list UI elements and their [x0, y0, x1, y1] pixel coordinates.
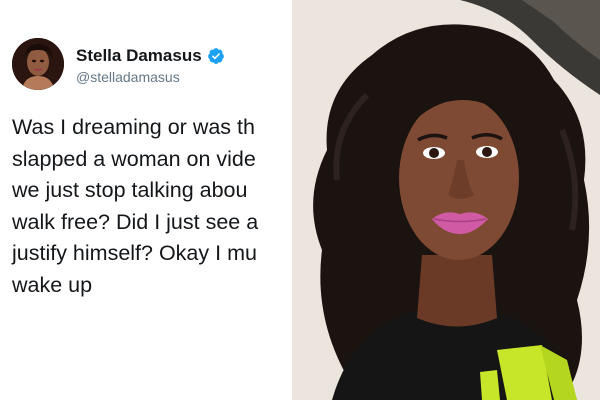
tweet-line: justify himself? Okay I mu [12, 241, 257, 265]
tweet-line: walk free? Did I just see a [12, 209, 259, 234]
tweet-line: slapped a woman on vide [12, 146, 256, 171]
woman-portrait-image [292, 0, 600, 400]
tweet-card: Stella Damasus @stelladamasus Was I drea… [0, 0, 292, 400]
tweet-header: Stella Damasus @stelladamasus [12, 38, 292, 94]
avatar[interactable] [12, 38, 64, 90]
selfie-photo [292, 0, 600, 400]
tweet-line: Was I dreaming or was th [12, 115, 255, 139]
tweet-text: Was I dreaming or was th slapped a woman… [12, 112, 292, 301]
verified-badge-icon [207, 48, 224, 64]
display-name[interactable]: Stella Damasus [76, 46, 202, 66]
avatar-portrait [12, 38, 64, 90]
tweet-line: wake up [12, 272, 93, 297]
user-handle[interactable]: @stelladamasus [76, 69, 180, 85]
tweet-line: we just stop talking abou [12, 178, 248, 202]
name-row: Stella Damasus [76, 46, 225, 66]
